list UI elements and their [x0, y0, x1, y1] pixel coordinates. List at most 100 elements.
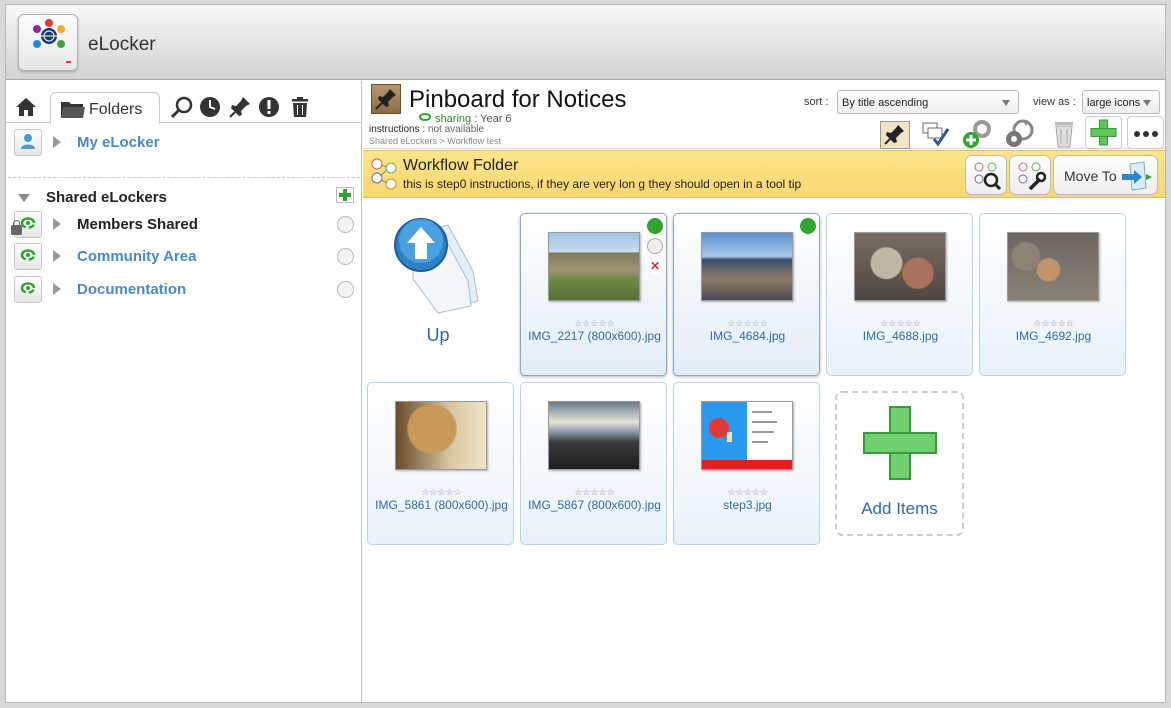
delete-bin-icon[interactable] — [1048, 117, 1080, 149]
settings-wrench-icon[interactable] — [647, 238, 663, 254]
shared-elockers-header[interactable]: Shared eLockers — [6, 185, 362, 209]
file-tile[interactable]: ☆☆☆☆☆ IMG_4692.jpg — [979, 213, 1126, 376]
pin-button[interactable] — [880, 121, 910, 149]
file-name[interactable]: IMG_4692.jpg — [985, 329, 1122, 344]
workflow-wrench-icon — [1018, 162, 1046, 191]
shared-drive-icon — [14, 276, 42, 303]
shared-drive-icon — [14, 243, 42, 270]
file-name[interactable]: IMG_4684.jpg — [679, 329, 816, 344]
pinboard-icon — [371, 84, 401, 114]
rating-stars[interactable]: ☆☆☆☆☆ — [827, 318, 974, 329]
file-name[interactable]: step3.jpg — [679, 498, 816, 513]
rating-stars[interactable]: ☆☆☆☆☆ — [521, 318, 668, 329]
alerts-icon[interactable] — [257, 95, 281, 119]
left-panel: Folders My eLocker Shared eLockers Membe… — [6, 81, 362, 702]
workflow-title: Workflow Folder — [403, 157, 519, 174]
thumbnail-image — [1007, 232, 1099, 301]
rating-stars[interactable]: ☆☆☆☆☆ — [674, 318, 821, 329]
members-shared-label[interactable]: Members Shared — [77, 216, 198, 233]
expand-arrow-icon[interactable] — [53, 218, 61, 230]
community-area-label[interactable]: Community Area — [77, 248, 196, 265]
add-items-tile[interactable]: Add Items — [835, 391, 964, 536]
home-icon[interactable] — [14, 95, 38, 119]
settings-wrench-icon[interactable] — [337, 248, 354, 265]
tree-item-my-elocker[interactable]: My eLocker — [6, 129, 362, 157]
add-items-label[interactable]: Add Items — [837, 499, 962, 519]
thumbnail-image — [701, 401, 793, 470]
move-to-label: Move To — [1064, 168, 1117, 184]
settings-wrench-icon[interactable] — [337, 281, 354, 298]
app-title: eLocker — [88, 34, 156, 55]
file-grid: Up ✕ ☆☆☆☆☆ IMG_2217 (800x600).jpg ☆☆☆☆☆ … — [363, 199, 1165, 702]
file-tile[interactable]: ☆☆☆☆☆ step3.jpg — [673, 382, 820, 545]
expand-arrow-icon[interactable] — [53, 283, 61, 295]
up-folder-button[interactable]: Up — [373, 211, 508, 361]
tree-item-members-shared[interactable]: Members Shared — [6, 211, 362, 239]
more-options-icon[interactable] — [1127, 116, 1164, 149]
workflow-description: this is step0 instructions, if they are … — [403, 177, 802, 191]
elocker-logo — [18, 14, 78, 71]
thumbnail-image — [854, 232, 946, 301]
left-tab-bar: Folders — [6, 81, 362, 124]
app-window: eLocker Folders My eLocker Shared eLocke… — [5, 4, 1166, 703]
settings-wrench-icon[interactable] — [337, 216, 354, 233]
sort-select[interactable]: By title ascending — [837, 90, 1019, 114]
file-tile[interactable]: ✕ ☆☆☆☆☆ IMG_2217 (800x600).jpg — [520, 213, 667, 376]
recent-clock-icon[interactable] — [198, 95, 222, 119]
view-label: view as : — [1033, 96, 1076, 108]
select-all-icon[interactable] — [920, 117, 952, 149]
sharing-value: Year 6 — [480, 113, 512, 125]
file-tile[interactable]: ☆☆☆☆☆ IMG_4688.jpg — [826, 213, 973, 376]
expand-arrow-icon[interactable] — [53, 136, 61, 148]
move-to-button[interactable]: Move To — [1053, 155, 1158, 195]
chevron-down-icon — [1002, 100, 1010, 106]
file-tile[interactable]: ☆☆☆☆☆ IMG_4684.jpg — [673, 213, 820, 376]
add-elocker-icon[interactable] — [336, 187, 354, 203]
file-name[interactable]: IMG_5861 (800x600).jpg — [373, 498, 510, 513]
pin-toggle-icon[interactable] — [800, 218, 816, 234]
sort-label: sort : — [804, 96, 829, 108]
my-elocker-label[interactable]: My eLocker — [77, 134, 160, 151]
documentation-label[interactable]: Documentation — [77, 281, 186, 298]
tree-item-documentation[interactable]: Documentation — [6, 276, 362, 304]
tree-item-community-area[interactable]: Community Area — [6, 243, 362, 271]
shared-elockers-label: Shared eLockers — [46, 189, 167, 206]
collapse-arrow-icon[interactable] — [18, 194, 30, 202]
workflow-search-icon — [974, 162, 1002, 191]
folder-icon — [61, 102, 85, 118]
file-tile[interactable]: ☆☆☆☆☆ IMG_5867 (800x600).jpg — [520, 382, 667, 545]
sync-settings-icon[interactable] — [1004, 117, 1036, 149]
search-icon[interactable] — [170, 95, 194, 119]
pin-toggle-icon[interactable] — [647, 218, 663, 234]
file-tile[interactable]: ☆☆☆☆☆ IMG_5861 (800x600).jpg — [367, 382, 514, 545]
expand-arrow-icon[interactable] — [53, 250, 61, 262]
add-item-button[interactable] — [1085, 116, 1122, 149]
lock-icon — [11, 220, 22, 235]
rating-stars[interactable]: ☆☆☆☆☆ — [674, 487, 821, 498]
thumbnail-image — [548, 232, 640, 301]
folder-header: Pinboard for Notices sharing : Year 6 in… — [363, 81, 1165, 149]
workflow-edit-button[interactable] — [1009, 155, 1051, 195]
file-name[interactable]: IMG_2217 (800x600).jpg — [526, 329, 663, 344]
instructions-label: instructions — [369, 124, 420, 135]
divider — [8, 177, 360, 178]
rating-stars[interactable]: ☆☆☆☆☆ — [980, 318, 1127, 329]
folder-title: Pinboard for Notices — [409, 86, 627, 113]
delete-icon[interactable]: ✕ — [647, 258, 663, 274]
workflow-view-button[interactable] — [965, 155, 1007, 195]
rating-stars[interactable]: ☆☆☆☆☆ — [368, 487, 515, 498]
thumbnail-image — [395, 401, 487, 470]
move-arrow-icon — [1122, 161, 1152, 191]
trash-icon[interactable] — [288, 95, 312, 119]
rating-stars[interactable]: ☆☆☆☆☆ — [521, 487, 668, 498]
up-label[interactable]: Up — [373, 325, 503, 346]
view-select[interactable]: large icons — [1082, 90, 1160, 114]
file-name[interactable]: IMG_4688.jpg — [832, 329, 969, 344]
add-link-icon[interactable] — [962, 117, 994, 149]
breadcrumb[interactable]: Shared eLockers > Workflow test — [369, 136, 501, 146]
tab-folders[interactable]: Folders — [50, 92, 160, 124]
pinned-icon[interactable] — [228, 95, 252, 119]
sharing-icon — [419, 113, 431, 121]
file-name[interactable]: IMG_5867 (800x600).jpg — [526, 498, 663, 513]
thumbnail-image — [701, 232, 793, 301]
